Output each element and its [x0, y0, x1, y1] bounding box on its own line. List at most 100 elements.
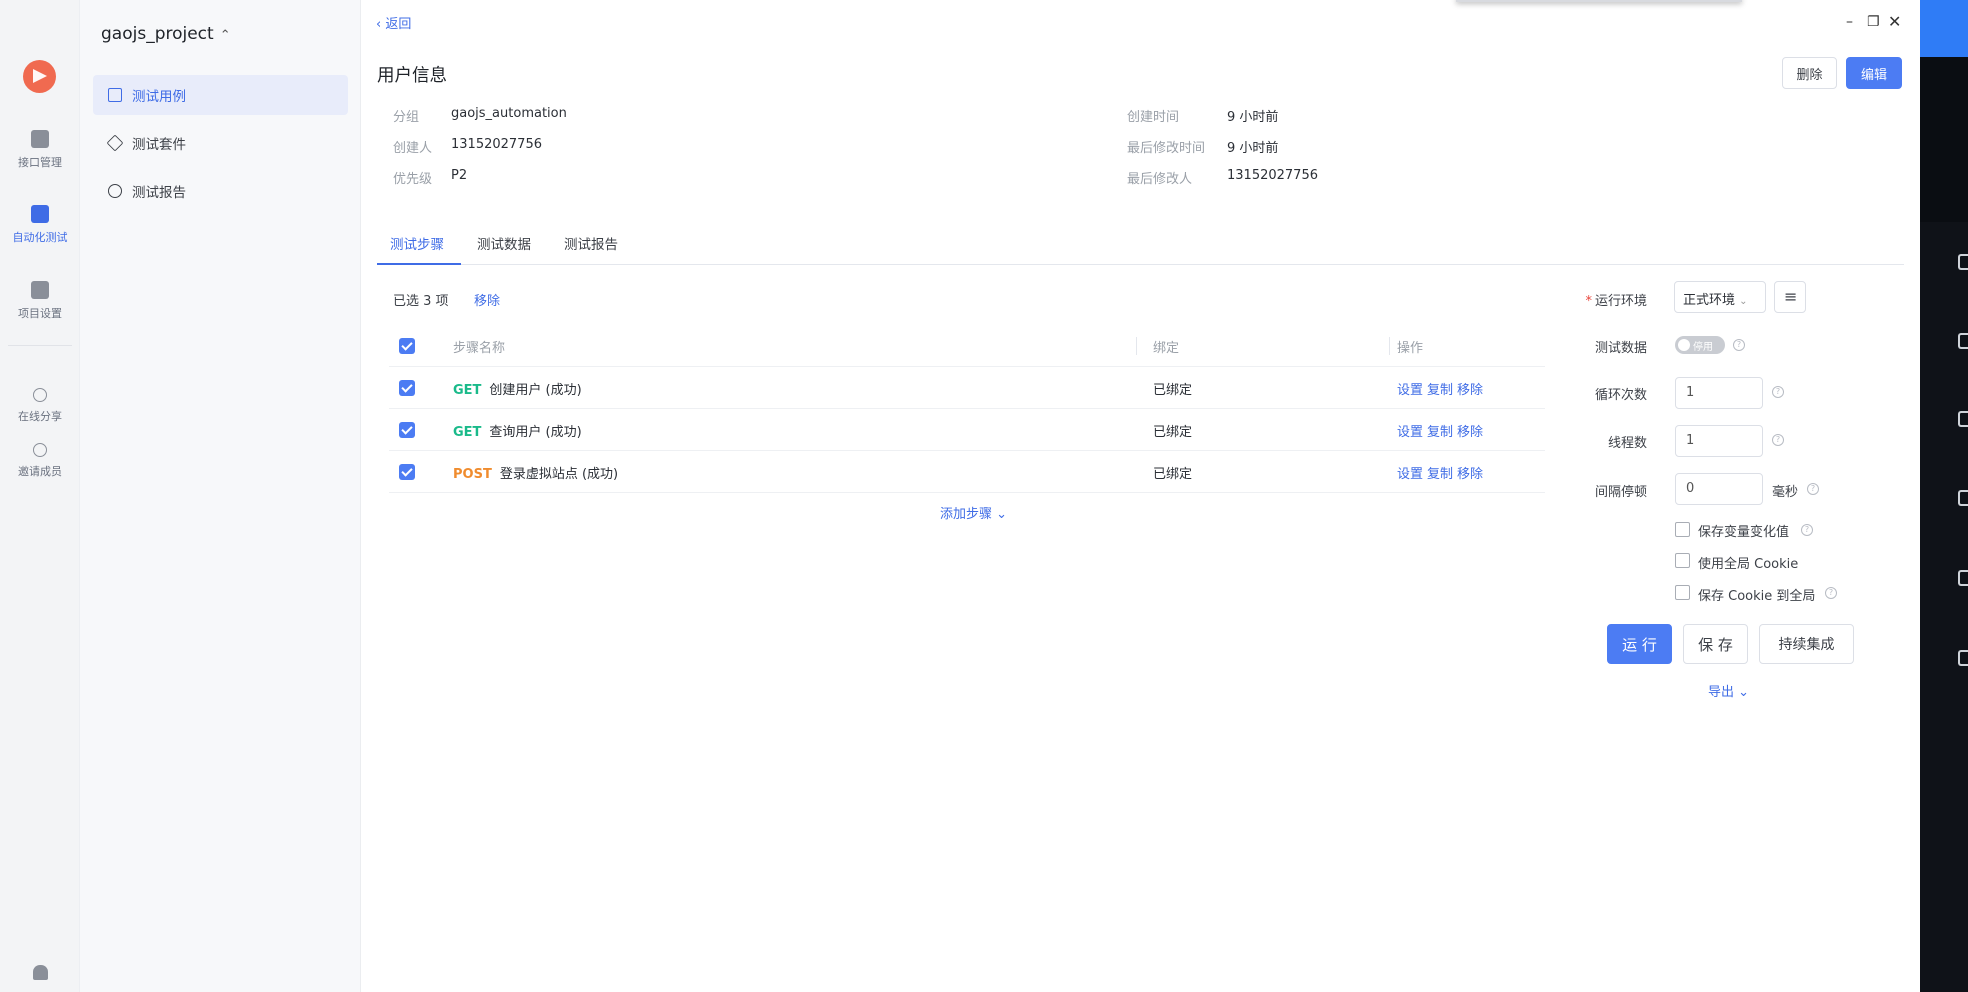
interval-unit: 毫秒: [1772, 485, 1799, 500]
column-binding: 绑定: [1153, 341, 1180, 356]
remove-selected-link[interactable]: 移除: [474, 290, 500, 309]
delete-button[interactable]: 删除: [1782, 57, 1837, 89]
method-badge: GET: [453, 425, 482, 440]
tab-test-report[interactable]: 测试报告: [564, 233, 618, 253]
settings-icon: [1958, 650, 1968, 666]
help-icon[interactable]: ?: [1772, 434, 1784, 446]
required-mark: *: [1585, 294, 1592, 309]
rail-item-label: 在线分享: [18, 410, 62, 423]
row-checkbox[interactable]: [399, 422, 415, 438]
page-title: 用户信息: [377, 66, 447, 86]
help-icon[interactable]: ?: [1801, 524, 1813, 536]
app-logo: [23, 60, 56, 93]
interval-label: 间隔停顿: [1594, 485, 1647, 500]
remove-link[interactable]: 移除: [1457, 383, 1483, 398]
sidebar-item-test-reports[interactable]: 测试报告: [93, 171, 348, 211]
step-name-cell: GET 查询用户 (成功): [453, 421, 582, 440]
save-button[interactable]: 保 存: [1683, 624, 1748, 664]
rail-item-invite[interactable]: 邀请成员: [0, 443, 80, 479]
active-tab-indicator: [377, 263, 461, 265]
help-icon[interactable]: ?: [1772, 386, 1784, 398]
add-step-button[interactable]: 添加步骤 ⌄: [940, 503, 1007, 522]
rail-item-label: 邀请成员: [18, 465, 62, 478]
created-value: 9 小时前: [1227, 110, 1279, 125]
test-suite-icon: [106, 134, 124, 152]
close-icon[interactable]: ✕: [1888, 12, 1901, 31]
test-data-toggle[interactable]: 停用: [1675, 336, 1725, 354]
creator-label: 创建人: [393, 141, 433, 156]
group-label: 分组: [393, 110, 420, 125]
restore-icon[interactable]: ❐: [1867, 14, 1880, 30]
edit-button[interactable]: 编辑: [1846, 57, 1902, 89]
loops-input[interactable]: 1: [1675, 377, 1763, 409]
save-variable-checkbox[interactable]: [1675, 522, 1690, 537]
settings-link[interactable]: 设置: [1397, 425, 1423, 440]
copy-link[interactable]: 复制: [1427, 425, 1453, 440]
tool-icon: [1958, 490, 1968, 506]
sidebar-item-test-cases[interactable]: 测试用例: [93, 75, 348, 115]
copy-link[interactable]: 复制: [1427, 467, 1453, 482]
bell-icon[interactable]: [33, 965, 48, 980]
share-icon: [33, 388, 47, 402]
project-switcher[interactable]: gaojs_project ⌃: [101, 24, 231, 44]
rail-item-project-settings[interactable]: 项目设置: [0, 281, 80, 321]
priority-value: P2: [451, 168, 468, 183]
row-checkbox[interactable]: [399, 380, 415, 396]
row-actions: 设置 复制 移除: [1397, 421, 1487, 440]
back-label: 返回: [385, 17, 412, 32]
api-icon: [31, 130, 49, 148]
threads-input[interactable]: 1: [1675, 425, 1763, 457]
step-name: 查询用户 (成功): [489, 425, 582, 440]
chat-icon: [1958, 411, 1968, 427]
adjacent-window-strip: [1920, 57, 1968, 222]
tab-test-steps[interactable]: 测试步骤: [390, 233, 444, 253]
rail-item-api-management[interactable]: 接口管理: [0, 130, 80, 170]
run-button[interactable]: 运 行: [1607, 624, 1672, 664]
minimize-icon[interactable]: –: [1846, 14, 1853, 30]
settings-link[interactable]: 设置: [1397, 467, 1423, 482]
help-icon[interactable]: ?: [1825, 587, 1837, 599]
sidebar-item-label: 测试用例: [132, 89, 186, 105]
interval-input[interactable]: 0: [1675, 473, 1763, 505]
adjacent-window: [1920, 0, 1968, 992]
settings-link[interactable]: 设置: [1397, 383, 1423, 398]
sidebar-item-test-suites[interactable]: 测试套件: [93, 123, 348, 163]
env-select[interactable]: 正式环境 ⌄: [1674, 281, 1766, 313]
doc-icon: [1958, 254, 1968, 270]
creator-value: 13152027756: [451, 137, 542, 152]
select-all-checkbox[interactable]: [399, 338, 415, 354]
table-row[interactable]: GET 创建用户 (成功) 已绑定 设置 复制 移除: [389, 367, 1545, 409]
row-actions: 设置 复制 移除: [1397, 463, 1487, 482]
remove-link[interactable]: 移除: [1457, 467, 1483, 482]
copy-link[interactable]: 复制: [1427, 383, 1453, 398]
export-dropdown[interactable]: 导出 ⌄: [1708, 681, 1749, 700]
icon-rail: 接口管理 自动化测试 项目设置 在线分享 邀请成员: [0, 0, 80, 992]
rail-item-label: 接口管理: [18, 156, 62, 169]
modified-label: 最后修改时间: [1127, 141, 1206, 156]
invite-user-icon: [33, 443, 47, 457]
step-name: 创建用户 (成功): [489, 383, 582, 398]
row-checkbox[interactable]: [399, 464, 415, 480]
tab-test-data[interactable]: 测试数据: [477, 233, 531, 253]
ci-button[interactable]: 持续集成: [1759, 624, 1854, 664]
step-name-cell: POST 登录虚拟站点 (成功): [453, 463, 618, 482]
report-pie-icon: [108, 184, 122, 198]
rail-item-share[interactable]: 在线分享: [0, 388, 80, 424]
menu-icon[interactable]: [1774, 281, 1806, 313]
remove-link[interactable]: 移除: [1457, 425, 1483, 440]
save-cookie-checkbox[interactable]: [1675, 585, 1690, 600]
table-row[interactable]: POST 登录虚拟站点 (成功) 已绑定 设置 复制 移除: [389, 451, 1545, 493]
rail-item-automation[interactable]: 自动化测试: [0, 205, 80, 245]
help-icon[interactable]: ?: [1807, 483, 1819, 495]
column-actions: 操作: [1397, 341, 1424, 356]
back-link[interactable]: ‹ 返回: [376, 13, 411, 32]
modifier-value: 13152027756: [1227, 168, 1318, 183]
automation-icon: [31, 205, 49, 223]
help-icon[interactable]: ?: [1733, 339, 1745, 351]
global-cookie-checkbox[interactable]: [1675, 553, 1690, 568]
method-badge: GET: [453, 383, 482, 398]
row-actions: 设置 复制 移除: [1397, 379, 1487, 398]
binding-status: 已绑定: [1153, 467, 1193, 482]
column-step-name: 步骤名称: [453, 341, 506, 356]
table-row[interactable]: GET 查询用户 (成功) 已绑定 设置 复制 移除: [389, 409, 1545, 451]
